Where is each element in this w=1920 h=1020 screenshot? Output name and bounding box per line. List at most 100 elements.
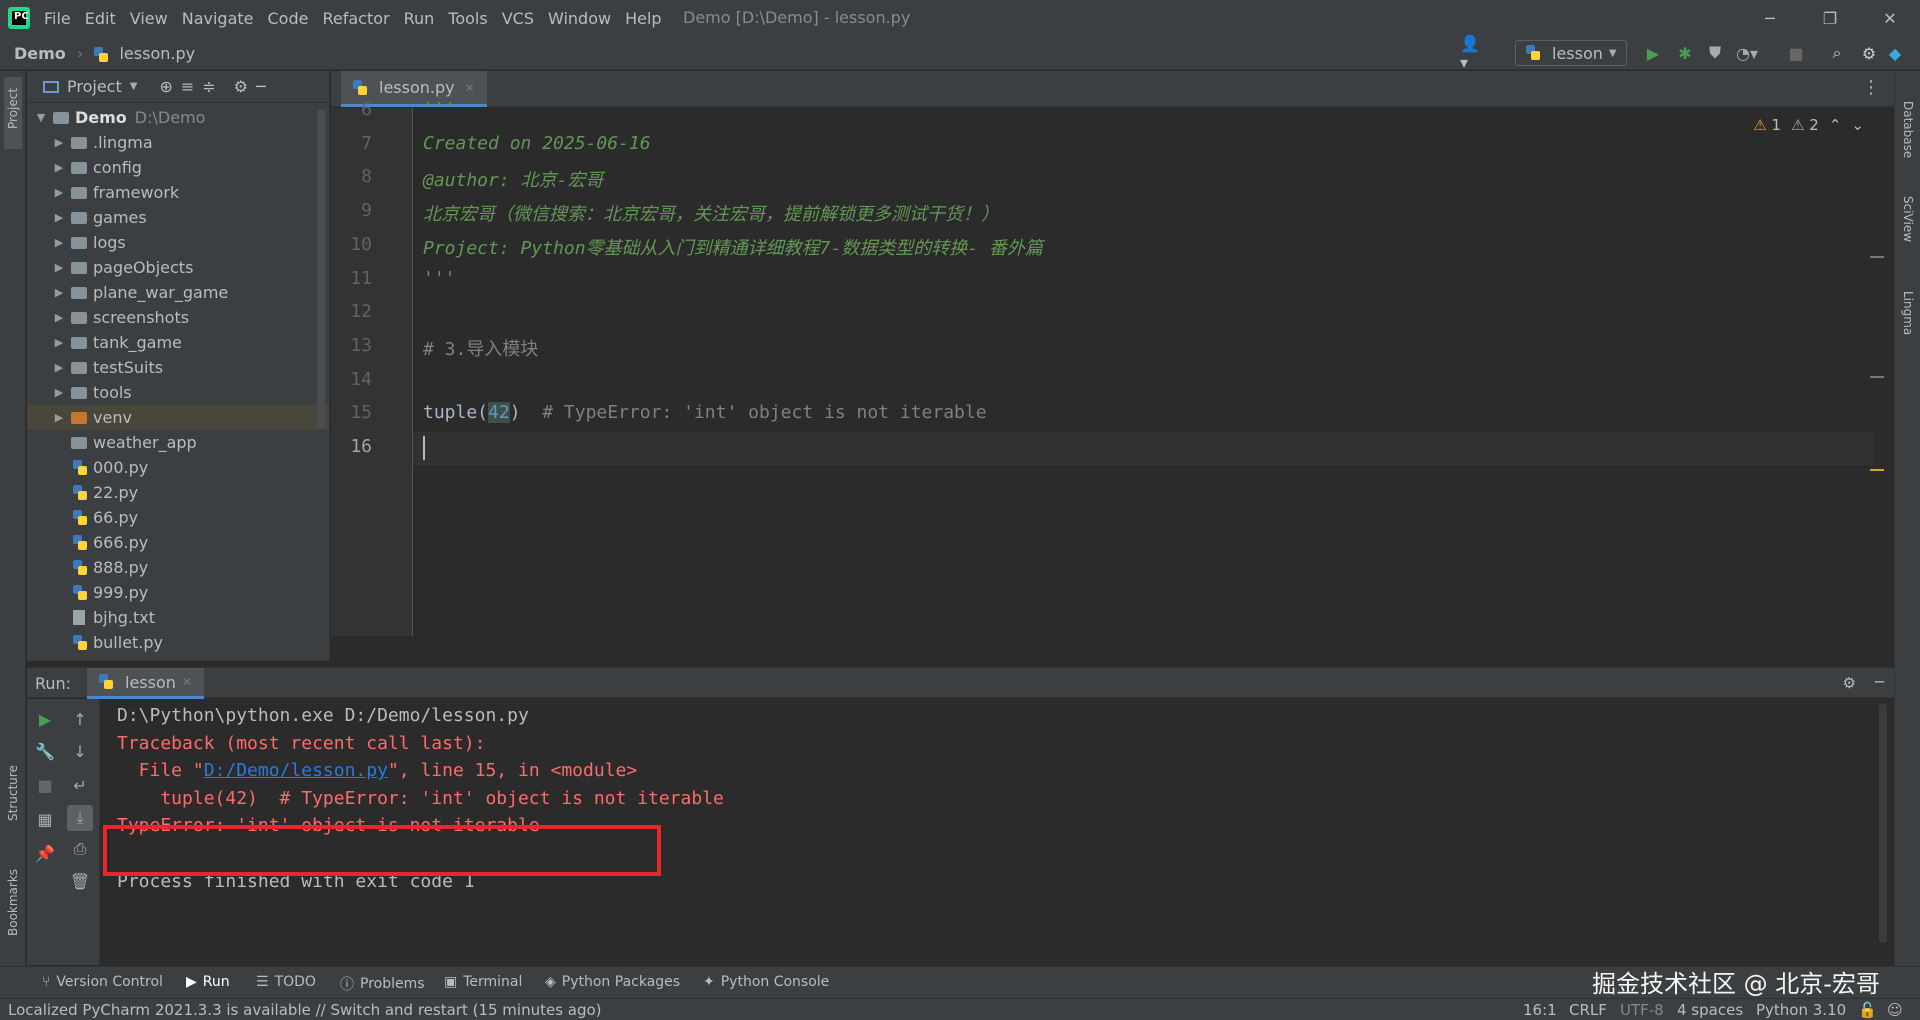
menu-tools[interactable]: Tools (448, 9, 487, 28)
file-link[interactable]: D:/Demo/lesson.py (204, 760, 388, 781)
menu-file[interactable]: File (44, 9, 71, 28)
tree-item[interactable]: 000.py (27, 455, 329, 480)
chevron-right-icon[interactable]: ▶ (51, 386, 67, 399)
chevron-right-icon[interactable]: ▶ (51, 286, 67, 299)
menu-window[interactable]: Window (548, 9, 611, 28)
database-tool-label[interactable]: Database (1901, 101, 1915, 158)
run-tab-lesson[interactable]: lesson ✕ (87, 668, 204, 699)
chevron-right-icon[interactable]: ▶ (51, 211, 67, 224)
search-icon[interactable]: ⌕ (1827, 43, 1847, 63)
menu-vcs[interactable]: VCS (502, 9, 534, 28)
tree-item[interactable]: 666.py (27, 530, 329, 555)
tree-item[interactable]: ▶ config (27, 155, 329, 180)
tab-todo[interactable]: ☰ TODO (256, 974, 316, 990)
locate-icon[interactable]: ⊕ (159, 77, 172, 96)
tree-item[interactable]: ▶ pageObjects (27, 255, 329, 280)
stop-icon[interactable]: ■ (35, 775, 55, 795)
tree-item[interactable]: ▶ logs (27, 230, 329, 255)
line-separator[interactable]: CRLF (1569, 1001, 1607, 1019)
breadcrumb-file[interactable]: lesson.py (119, 44, 195, 63)
caret-position[interactable]: 16:1 (1523, 1001, 1557, 1019)
gear-icon[interactable]: ⚙ (234, 77, 248, 96)
profile-icon[interactable]: ◔▾ (1736, 43, 1758, 63)
tree-item[interactable]: 66.py (27, 505, 329, 530)
close-tab-icon[interactable]: ✕ (465, 81, 475, 95)
tab-version-control[interactable]: ⑂ Version Control (42, 974, 163, 990)
structure-tool-label[interactable]: Structure (6, 765, 20, 821)
tab-python-console[interactable]: ✦ Python Console (703, 974, 829, 990)
print-icon[interactable]: ⎙ (70, 839, 90, 859)
coverage-icon[interactable]: ⛊ (1705, 43, 1725, 63)
expand-all-icon[interactable]: ≡ (181, 77, 194, 96)
menu-edit[interactable]: Edit (85, 9, 116, 28)
debug-icon[interactable]: ✱ (1675, 43, 1695, 63)
tree-item[interactable]: ▶ screenshots (27, 305, 329, 330)
tree-item[interactable]: ▶ framework (27, 180, 329, 205)
tab-run[interactable]: ▶ Run (186, 974, 230, 990)
pin-icon[interactable]: 📌 (35, 843, 55, 863)
wrench-icon[interactable]: 🔧 (35, 741, 55, 761)
chevron-right-icon[interactable]: ▶ (51, 236, 67, 249)
gear-icon[interactable]: ⚙ (1843, 674, 1856, 692)
menu-run[interactable]: Run (404, 9, 435, 28)
soft-wrap-icon[interactable]: ↵ (70, 775, 90, 795)
rerun-icon[interactable]: ▶ (35, 709, 55, 729)
indent-setting[interactable]: 4 spaces (1677, 1001, 1743, 1019)
menu-code[interactable]: Code (268, 9, 309, 28)
next-highlight-icon[interactable]: ⌄ (1851, 116, 1864, 134)
run-console[interactable]: D:\Python\python.exe D:/Demo/lesson.py Tr… (101, 699, 1894, 965)
chevron-right-icon[interactable]: ▶ (51, 311, 67, 324)
hide-icon[interactable]: ─ (1875, 673, 1884, 691)
menu-refactor[interactable]: Refactor (322, 9, 389, 28)
tree-item[interactable]: ▶ .lingma (27, 130, 329, 155)
tab-terminal[interactable]: ▣ Terminal (444, 974, 522, 990)
project-scrollbar[interactable] (317, 109, 325, 429)
tree-item[interactable]: weather_app (27, 430, 329, 455)
tree-item[interactable]: bullet.py (27, 630, 329, 655)
interpreter-select[interactable]: Python 3.10 (1756, 1001, 1846, 1019)
code-editor[interactable]: 6 7 8 9 10 11 12 13 14 15 16 ''' Created on 2025-06… (331, 99, 1894, 636)
hide-icon[interactable]: ─ (256, 77, 266, 96)
menu-navigate[interactable]: Navigate (182, 9, 254, 28)
chevron-right-icon[interactable]: ▶ (51, 136, 67, 149)
stop-icon[interactable]: ■ (1786, 43, 1806, 63)
tree-item[interactable]: ▶ games (27, 205, 329, 230)
tree-item[interactable]: 22.py (27, 480, 329, 505)
tab-problems[interactable]: ⓘ Problems (340, 974, 425, 994)
tree-item[interactable]: ▶ tank_game (27, 330, 329, 355)
tree-item[interactable]: ▶ testSuits (27, 355, 329, 380)
chevron-right-icon[interactable]: ▶ (51, 361, 67, 374)
sciview-tool-label[interactable]: SciView (1901, 196, 1915, 242)
up-arrow-icon[interactable]: ↑ (70, 709, 90, 729)
tree-root-demo[interactable]: ▼ Demo D:\Demo (27, 105, 329, 130)
close-button[interactable]: ✕ (1860, 0, 1920, 36)
plugin-icon[interactable]: ◆ (1885, 43, 1905, 63)
tree-item[interactable]: ▶ tools (27, 380, 329, 405)
tree-item[interactable]: 999.py (27, 580, 329, 605)
run-configuration-select[interactable]: lesson ▼ (1515, 40, 1627, 66)
chevron-down-icon[interactable]: ▼ (130, 81, 138, 92)
console-scrollbar[interactable] (1879, 703, 1887, 943)
tree-item[interactable]: ▶ plane_war_game (27, 280, 329, 305)
trash-icon[interactable]: 🗑 (70, 871, 90, 891)
project-tool-label[interactable]: Project (6, 88, 20, 129)
chevron-right-icon[interactable]: ▶ (51, 261, 67, 274)
breadcrumb-project[interactable]: Demo (14, 44, 66, 63)
restore-button[interactable]: ❐ (1800, 0, 1860, 36)
lock-icon[interactable]: 🔓 (1858, 1001, 1877, 1019)
lingma-tool-label[interactable]: Lingma (1901, 291, 1915, 335)
more-options-icon[interactable]: ⋮ (1862, 77, 1880, 98)
down-arrow-icon[interactable]: ↓ (70, 741, 90, 761)
collapse-all-icon[interactable]: ≑ (202, 77, 215, 96)
chevron-right-icon[interactable]: ▶ (51, 411, 67, 424)
tree-item[interactable]: 888.py (27, 555, 329, 580)
warning-indicator[interactable]: ⚠ 2 (1791, 116, 1819, 134)
tree-item[interactable]: ▶ venv (27, 405, 329, 430)
chevron-right-icon[interactable]: ▶ (51, 336, 67, 349)
user-icon[interactable]: 👤▾ (1460, 34, 1480, 72)
chevron-down-icon[interactable]: ▼ (33, 111, 49, 124)
menu-view[interactable]: View (130, 9, 168, 28)
weak-warning-indicator[interactable]: ⚠ 1 (1753, 116, 1781, 134)
settings-gear-icon[interactable]: ⚙ (1859, 43, 1879, 63)
chevron-right-icon[interactable]: ▶ (51, 186, 67, 199)
